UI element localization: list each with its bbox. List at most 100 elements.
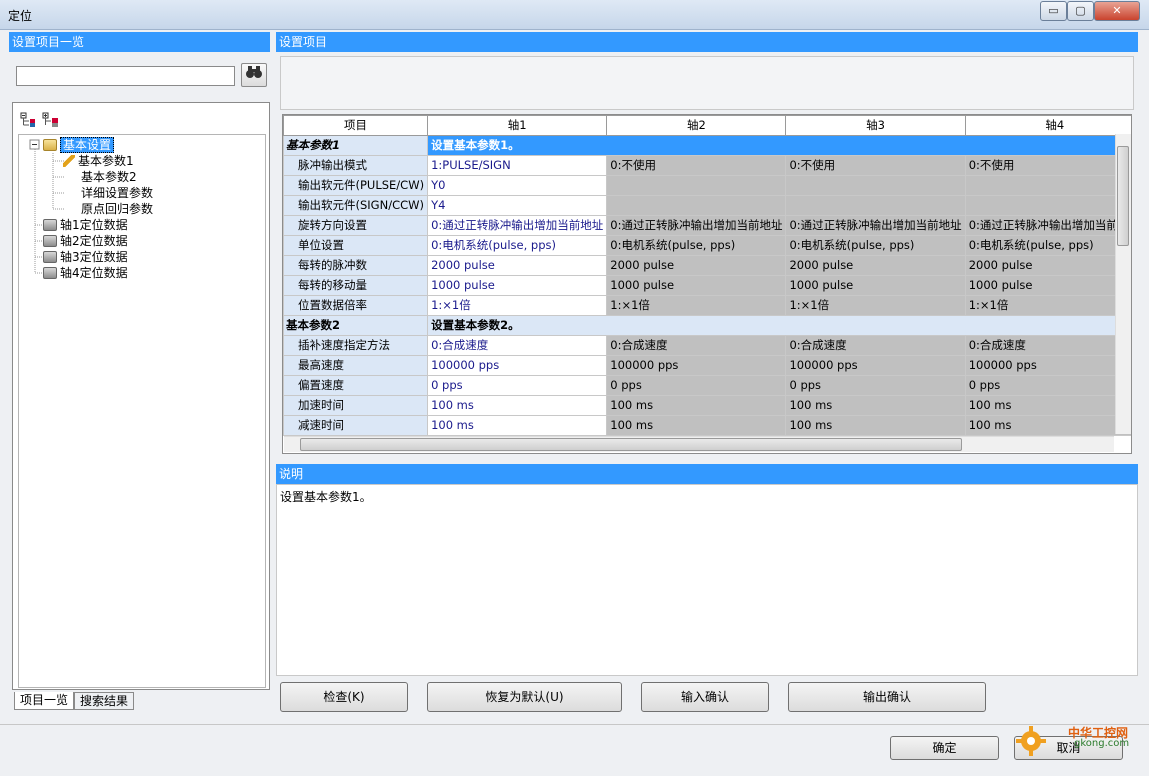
parameter-row[interactable]: 偏置速度 0 pps 0 pps 0 pps 0 pps — [283, 375, 1131, 396]
pencil-icon — [63, 155, 75, 167]
parameter-label: 旋转方向设置 — [283, 215, 429, 236]
search-button[interactable] — [241, 63, 267, 87]
parameter-label: 加速时间 — [283, 395, 429, 416]
tree-item-label: 轴3定位数据 — [60, 250, 128, 264]
tree-item-basic-settings[interactable]: 基本设置 — [43, 137, 115, 153]
tab-item-list[interactable]: 项目一览 — [14, 692, 75, 710]
tree-item-label: 基本设置 — [60, 137, 115, 153]
description-area — [280, 56, 1134, 110]
help-header: 说明 — [276, 464, 1138, 484]
ok-button[interactable]: 确定 — [890, 736, 999, 760]
tree-item-basic-param2[interactable]: 基本参数2 — [81, 169, 137, 185]
restore-default-button[interactable]: 恢复为默认(U) — [427, 682, 622, 712]
group-name[interactable]: 基本参数1 — [283, 135, 429, 156]
group-name[interactable]: 基本参数2 — [283, 315, 429, 336]
tree-item-axis4-data[interactable]: 轴4定位数据 — [43, 265, 128, 281]
parameter-cell-axis3: 1:×1倍 — [785, 295, 966, 316]
parameter-cell-axis1[interactable]: 100000 pps — [427, 355, 608, 376]
tree-item-axis1-data[interactable]: 轴1定位数据 — [43, 217, 128, 233]
parameter-cell-axis1[interactable]: Y4 — [427, 195, 608, 216]
parameter-label: 单位设置 — [283, 235, 429, 256]
vertical-scroll-thumb[interactable] — [1117, 146, 1129, 246]
column-header-axis1[interactable]: 轴1 — [427, 115, 608, 136]
parameter-label: 插补速度指定方法 — [283, 335, 429, 356]
parameter-cell-axis1[interactable]: 1000 pulse — [427, 275, 608, 296]
footer-separator — [0, 724, 1149, 725]
parameter-row[interactable]: 加速时间 100 ms 100 ms 100 ms 100 ms — [283, 395, 1131, 416]
disk-icon — [43, 235, 57, 247]
parameter-cell-axis1[interactable]: 2000 pulse — [427, 255, 608, 276]
minimize-button[interactable]: ▭ — [1040, 1, 1067, 21]
help-box: 设置基本参数1。 — [276, 484, 1138, 676]
parameter-cell-axis1[interactable]: Y0 — [427, 175, 608, 196]
parameter-row[interactable]: 每转的脉冲数 2000 pulse 2000 pulse 2000 pulse 2000… — [283, 255, 1131, 276]
parameter-table: 项目 轴1 轴2 轴3 轴4 基本参数1 设置基本参数1。 脉冲输出模式 1:PULS… — [283, 115, 1131, 436]
parameter-cell-axis1[interactable]: 0:通过正转脉冲输出增加当前地址 — [427, 215, 608, 236]
tree-item-detail-param[interactable]: 详细设置参数 — [81, 185, 153, 201]
parameter-cell-axis2: 0 pps — [606, 375, 787, 396]
binoculars-icon — [246, 66, 262, 78]
window-title: 定位 — [8, 9, 33, 23]
group-row[interactable]: 基本参数1 设置基本参数1。 — [283, 135, 1131, 156]
close-button[interactable]: ✕ — [1094, 1, 1140, 21]
collapse-all-icon[interactable] — [42, 112, 60, 131]
parameter-cell-axis2: 100000 pps — [606, 355, 787, 376]
input-confirm-button[interactable]: 输入确认 — [641, 682, 769, 712]
horizontal-scroll-thumb[interactable] — [300, 438, 962, 451]
help-text: 设置基本参数1。 — [280, 490, 372, 504]
tree-item-axis3-data[interactable]: 轴3定位数据 — [43, 249, 128, 265]
parameter-cell-axis1[interactable]: 100 ms — [427, 415, 608, 436]
group-row[interactable]: 基本参数2 设置基本参数2。 — [283, 315, 1131, 336]
parameter-cell-axis4: 0:通过正转脉冲输出增加当前地址 — [964, 215, 1131, 236]
parameter-row[interactable]: 输出软元件(PULSE/CW) Y0 — [283, 175, 1131, 196]
tree-view: 基本设置 基本参数1 基本参数2 详细设置参数 原点回归参数 轴1定位数据 轴2… — [18, 134, 266, 688]
tree-item-label: 轴2定位数据 — [60, 234, 128, 248]
column-header-item[interactable]: 项目 — [283, 115, 429, 136]
column-header-axis2[interactable]: 轴2 — [606, 115, 787, 136]
parameter-cell-axis1[interactable]: 0 pps — [427, 375, 608, 396]
parameter-row[interactable]: 位置数据倍率 1:×1倍 1:×1倍 1:×1倍 1:×1倍 — [283, 295, 1131, 316]
parameter-row[interactable]: 最高速度 100000 pps 100000 pps 100000 pps 100000… — [283, 355, 1131, 376]
parameter-row[interactable]: 旋转方向设置 0:通过正转脉冲输出增加当前地址 0:通过正转脉冲输出增加当前地址 0:… — [283, 215, 1131, 236]
parameter-row[interactable]: 输出软元件(SIGN/CCW) Y4 — [283, 195, 1131, 216]
parameter-cell-axis2 — [606, 195, 787, 216]
tab-search-results[interactable]: 搜索结果 — [74, 692, 135, 710]
parameter-cell-axis4: 100 ms — [964, 415, 1131, 436]
parameter-cell-axis1[interactable]: 0:合成速度 — [427, 335, 608, 356]
tree-item-axis2-data[interactable]: 轴2定位数据 — [43, 233, 128, 249]
folder-check-icon — [43, 139, 57, 151]
parameter-cell-axis3: 0:合成速度 — [785, 335, 966, 356]
expand-all-icon[interactable] — [20, 112, 38, 131]
parameter-cell-axis1[interactable]: 1:PULSE/SIGN — [427, 155, 608, 176]
parameter-row[interactable]: 插补速度指定方法 0:合成速度 0:合成速度 0:合成速度 0:合成速度 — [283, 335, 1131, 356]
parameter-cell-axis4: 0:电机系统(pulse, pps) — [964, 235, 1131, 256]
parameter-cell-axis2: 100 ms — [606, 415, 787, 436]
parameter-row[interactable]: 脉冲输出模式 1:PULSE/SIGN 0:不使用 0:不使用 0:不使用 — [283, 155, 1131, 176]
tree-item-home-return-param[interactable]: 原点回归参数 — [81, 201, 153, 217]
check-button[interactable]: 检查(K) — [280, 682, 408, 712]
parameter-cell-axis3 — [785, 175, 966, 196]
column-header-axis3[interactable]: 轴3 — [785, 115, 966, 136]
parameter-cell-axis3 — [785, 195, 966, 216]
parameter-row[interactable]: 每转的移动量 1000 pulse 1000 pulse 1000 pulse 1000… — [283, 275, 1131, 296]
disk-icon — [43, 251, 57, 263]
search-input[interactable] — [16, 66, 235, 86]
parameter-cell-axis3: 100000 pps — [785, 355, 966, 376]
parameter-cell-axis1[interactable]: 100 ms — [427, 395, 608, 416]
gear-icon — [1016, 726, 1046, 756]
parameter-cell-axis4: 100 ms — [964, 395, 1131, 416]
parameter-row[interactable]: 减速时间 100 ms 100 ms 100 ms 100 ms — [283, 415, 1131, 436]
right-panel-header: 设置项目 — [276, 32, 1138, 52]
parameter-cell-axis3: 0:通过正转脉冲输出增加当前地址 — [785, 215, 966, 236]
parameter-grid[interactable]: 项目 轴1 轴2 轴3 轴4 基本参数1 设置基本参数1。 脉冲输出模式 1:PULS… — [282, 114, 1132, 454]
parameter-row[interactable]: 单位设置 0:电机系统(pulse, pps) 0:电机系统(pulse, pps)… — [283, 235, 1131, 256]
tree-item-basic-param1[interactable]: 基本参数1 — [63, 153, 134, 169]
parameter-cell-axis1[interactable]: 0:电机系统(pulse, pps) — [427, 235, 608, 256]
parameter-cell-axis4: 1000 pulse — [964, 275, 1131, 296]
parameter-cell-axis1[interactable]: 1:×1倍 — [427, 295, 608, 316]
group-description: 设置基本参数2。 — [427, 315, 1131, 336]
column-header-axis4[interactable]: 轴4 — [964, 115, 1131, 136]
output-confirm-button[interactable]: 输出确认 — [788, 682, 986, 712]
tree-item-label: 基本参数1 — [78, 154, 134, 168]
maximize-button[interactable]: ▢ — [1067, 1, 1094, 21]
